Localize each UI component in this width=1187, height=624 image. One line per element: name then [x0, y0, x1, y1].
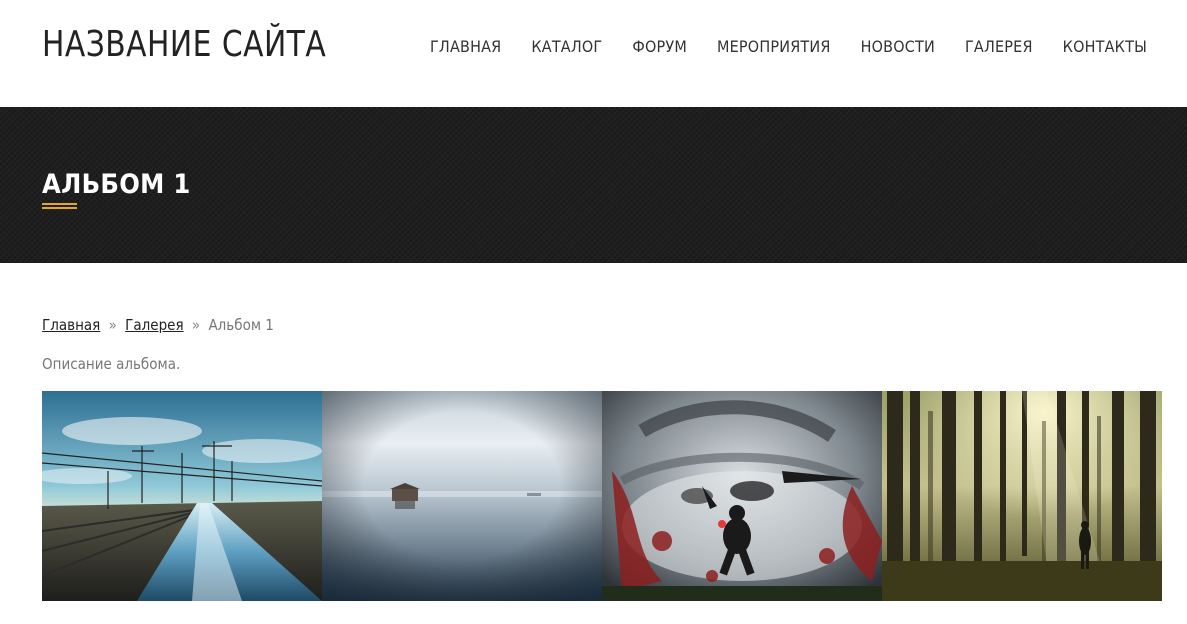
page-title: АЛЬБОМ 1 [42, 169, 191, 200]
breadcrumb-home-link[interactable]: Главная [42, 316, 100, 334]
page-banner: АЛЬБОМ 1 [0, 107, 1187, 263]
site-header: НАЗВАНИЕ САЙТА ГЛАВНАЯ КАТАЛОГ ФОРУМ МЕР… [0, 0, 1187, 107]
forest-photo [882, 391, 1162, 601]
site-title-link[interactable]: НАЗВАНИЕ САЙТА [42, 24, 326, 65]
railway-photo [42, 391, 322, 601]
foggy-lake-photo [322, 391, 602, 601]
nav-item-events[interactable]: МЕРОПРИЯТИЯ [717, 37, 831, 56]
gallery-photo-battle-art[interactable] [602, 391, 882, 601]
breadcrumb-gallery-link[interactable]: Галерея [125, 316, 183, 334]
nav-item-home[interactable]: ГЛАВНАЯ [430, 37, 501, 56]
album-description: Описание альбома. [42, 355, 181, 373]
gallery-photo-railway[interactable] [42, 391, 322, 601]
nav-item-forum[interactable]: ФОРУМ [632, 37, 687, 56]
main-nav: ГЛАВНАЯ КАТАЛОГ ФОРУМ МЕРОПРИЯТИЯ НОВОСТ… [400, 37, 1147, 56]
breadcrumb-separator: » [191, 316, 201, 334]
gallery-photo-foggy-lake[interactable] [322, 391, 602, 601]
photo-gallery [42, 391, 1162, 601]
title-underline [42, 203, 77, 209]
breadcrumb-separator: » [108, 316, 117, 334]
nav-item-news[interactable]: НОВОСТИ [861, 37, 935, 56]
nav-item-contacts[interactable]: КОНТАКТЫ [1063, 37, 1147, 56]
gallery-photo-forest[interactable] [882, 391, 1162, 601]
nav-item-gallery[interactable]: ГАЛЕРЕЯ [965, 37, 1033, 56]
battle-art-photo [602, 391, 882, 601]
nav-item-catalog[interactable]: КАТАЛОГ [531, 37, 602, 56]
breadcrumb-current: Альбом 1 [208, 316, 274, 334]
breadcrumb: Главная » Галерея » Альбом 1 [42, 316, 274, 334]
